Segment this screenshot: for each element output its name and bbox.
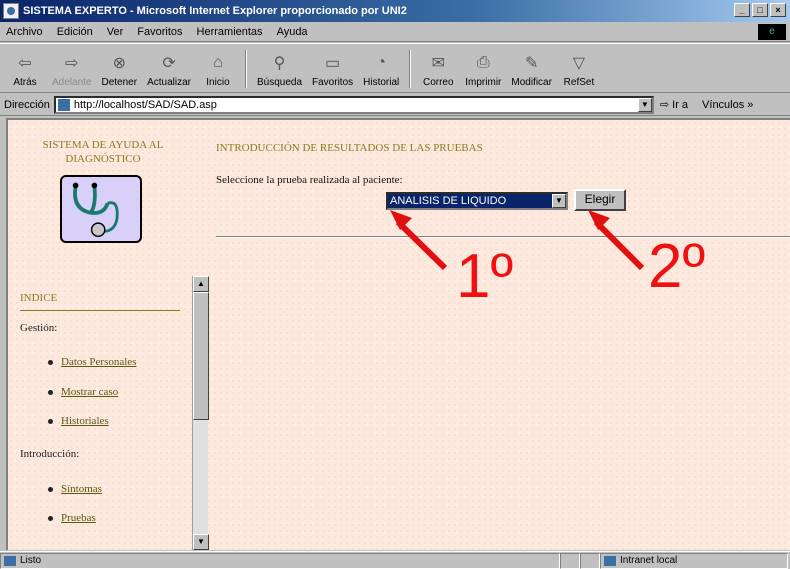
menu-ver[interactable]: Ver: [107, 26, 124, 38]
ie-logo-icon: e: [758, 24, 786, 40]
ie-page-icon: [3, 3, 19, 19]
favorites-button[interactable]: ▭ Favoritos: [312, 52, 353, 88]
sidebar-title: SISTEMA DE AYUDA AL DIAGNÓSTICO: [42, 139, 164, 165]
stop-button[interactable]: ⊗ Detener: [101, 52, 137, 88]
nav-link-mostrar-caso[interactable]: Mostrar caso: [48, 386, 118, 398]
intranet-icon: [604, 555, 616, 566]
window-title: SISTEMA EXPERTO - Microsoft Internet Exp…: [23, 5, 407, 17]
menu-bar: Archivo Edición Ver Favoritos Herramient…: [0, 22, 790, 42]
menu-archivo[interactable]: Archivo: [6, 26, 43, 38]
bullet-icon: [48, 389, 53, 395]
nav-link-sintomas[interactable]: Síntomas: [48, 483, 102, 495]
toolbar-separator: [244, 50, 247, 88]
maximize-button[interactable]: □: [752, 3, 768, 17]
menu-edicion[interactable]: Edición: [57, 26, 93, 38]
scroll-thumb[interactable]: [193, 292, 209, 420]
page-status-icon: [4, 555, 16, 566]
annotation-step-2: 2º: [648, 232, 706, 301]
address-label: Dirección: [4, 98, 50, 111]
sidebar-scrollbar[interactable]: ▲ ▼: [192, 276, 209, 550]
bullet-icon: [48, 486, 53, 492]
edit-button[interactable]: ✎ Modificar: [511, 52, 552, 88]
edit-icon: ✎: [524, 55, 539, 72]
annotation-step-1: 1º: [456, 242, 514, 311]
status-cell-empty: [580, 552, 600, 569]
index-divider: [20, 310, 180, 311]
status-bar: Listo Intranet local: [0, 551, 790, 569]
close-button[interactable]: ×: [770, 3, 786, 17]
index-title: INDICE: [20, 292, 58, 304]
management-label: Gestión:: [20, 322, 58, 334]
bullet-icon: [48, 359, 53, 365]
sidebar-frame: SISTEMA DE AYUDA AL DIAGNÓSTICO INDICE G…: [8, 120, 209, 550]
history-button[interactable]: ◔ Historial: [363, 52, 399, 88]
status-text: Listo: [20, 554, 42, 566]
stop-icon: ⊗: [112, 55, 126, 72]
security-zone: Intranet local: [620, 554, 678, 566]
menu-herramientas[interactable]: Herramientas: [197, 26, 263, 38]
bullet-icon: [48, 418, 53, 424]
go-arrow-icon: ⇨: [659, 99, 670, 111]
nav-link-pruebas[interactable]: Pruebas: [48, 512, 96, 524]
intro-label: Introducción:: [20, 448, 80, 460]
address-url: http://localhost/SAD/SAD.asp: [73, 98, 217, 111]
address-bar: Dirección http://localhost/SAD/SAD.asp ▼…: [0, 94, 790, 116]
address-dropdown-icon[interactable]: ▼: [637, 97, 652, 112]
title-bar: SISTEMA EXPERTO - Microsoft Internet Exp…: [0, 0, 790, 22]
back-button[interactable]: ⇦ Atrás: [8, 52, 42, 88]
menu-favoritos[interactable]: Favoritos: [137, 26, 182, 38]
scroll-down-icon[interactable]: ▼: [193, 534, 209, 550]
go-button[interactable]: ⇨ Ir a: [659, 98, 688, 112]
home-icon: ⌂: [213, 54, 223, 71]
menu-ayuda[interactable]: Ayuda: [277, 26, 308, 38]
filter-icon: ▽: [572, 55, 586, 72]
scroll-up-icon[interactable]: ▲: [193, 276, 209, 292]
test-prompt: Seleccione la prueba realizada al pacien…: [216, 174, 403, 186]
refresh-button[interactable]: ⟳ Actualizar: [147, 52, 191, 88]
history-icon: ◔: [376, 54, 387, 71]
refset-button[interactable]: ▽ RefSet: [562, 52, 596, 88]
choose-button[interactable]: Elegir: [574, 189, 626, 211]
mail-button[interactable]: ✉ Correo: [421, 52, 455, 88]
printer-icon: ⎙: [476, 54, 490, 71]
test-select-value: ANALISIS DE LIQUIDO: [390, 195, 507, 207]
page-icon: [57, 98, 70, 111]
refresh-icon: ⟳: [162, 55, 176, 72]
nav-link-datos-personales[interactable]: Datos Personales: [48, 356, 136, 368]
toolbar: ⇦ Atrás ⇨ Adelante ⊗ Detener ⟳ Actualiza…: [0, 43, 790, 93]
toolbar-separator: [409, 50, 412, 88]
test-select[interactable]: ANALISIS DE LIQUIDO ▼: [386, 192, 568, 210]
mail-icon: ✉: [431, 55, 445, 72]
window-controls: _ □ ×: [734, 3, 786, 17]
stethoscope-logo-icon: [60, 175, 142, 243]
main-frame: INTRODUCCIÓN DE RESULTADOS DE LAS PRUEBA…: [216, 120, 790, 550]
print-button[interactable]: ⎙ Imprimir: [465, 52, 501, 88]
forward-button[interactable]: ⇨ Adelante: [52, 52, 91, 88]
favorites-folder-icon: ▭: [325, 55, 341, 72]
page-title: INTRODUCCIÓN DE RESULTADOS DE LAS PRUEBA…: [216, 142, 483, 154]
forward-arrow-icon: ⇨: [65, 55, 79, 72]
status-cell-empty: [560, 552, 580, 569]
home-button[interactable]: ⌂ Inicio: [201, 52, 235, 88]
nav-link-historiales[interactable]: Historiales: [48, 415, 109, 427]
chevron-down-icon[interactable]: ▼: [552, 194, 566, 208]
back-arrow-icon: ⇦: [18, 55, 32, 72]
search-button[interactable]: ⚲ Búsqueda: [257, 52, 302, 88]
page-content: SISTEMA DE AYUDA AL DIAGNÓSTICO INDICE G…: [6, 118, 790, 550]
bullet-icon: [48, 515, 53, 521]
security-zone-cell: Intranet local: [600, 552, 788, 569]
links-button[interactable]: Vínculos »: [702, 99, 753, 111]
status-text-cell: Listo: [0, 552, 560, 569]
minimize-button[interactable]: _: [734, 3, 750, 17]
address-input[interactable]: http://localhost/SAD/SAD.asp ▼: [53, 95, 654, 114]
search-icon: ⚲: [273, 55, 286, 72]
